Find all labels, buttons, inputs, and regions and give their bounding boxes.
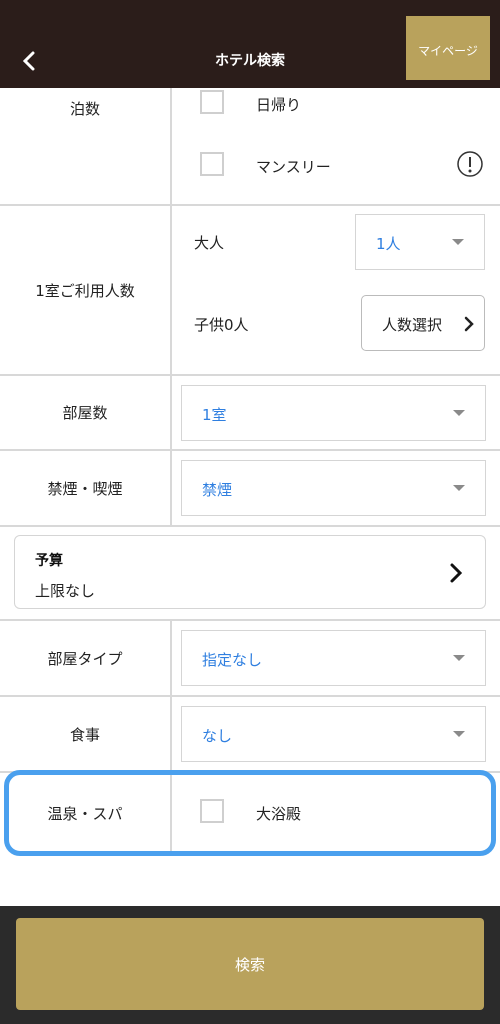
daytrip-checkbox[interactable] xyxy=(200,90,224,114)
chevron-right-icon xyxy=(464,316,474,332)
daytrip-label: 日帰り xyxy=(256,96,302,114)
onsen-checkbox[interactable] xyxy=(200,799,224,823)
rooms-label: 部屋数 xyxy=(0,376,172,449)
caret-down-icon xyxy=(453,485,465,491)
search-form: 泊数 日帰り マンスリー 1室ご利用人数 大人 1人 子供0人 人数選択 部屋数… xyxy=(0,88,500,853)
adult-label: 大人 xyxy=(194,234,225,252)
guest-count-button-label: 人数選択 xyxy=(382,316,443,334)
mypage-button[interactable]: マイページ xyxy=(406,16,490,80)
caret-down-icon xyxy=(453,410,465,416)
budget-value: 上限なし xyxy=(35,582,96,600)
meal-row: 食事 なし xyxy=(0,697,500,773)
smoking-row: 禁煙・喫煙 禁煙 xyxy=(0,451,500,527)
nights-label: 泊数 xyxy=(0,88,172,204)
rooms-select[interactable]: 1室 xyxy=(181,385,486,441)
guests-row: 1室ご利用人数 大人 1人 子供0人 人数選択 xyxy=(0,206,500,376)
onsen-label: 温泉・スパ xyxy=(0,773,172,853)
meal-select-value: なし xyxy=(202,727,233,745)
room-type-select[interactable]: 指定なし xyxy=(181,630,486,686)
monthly-checkbox[interactable] xyxy=(200,152,224,176)
smoking-select-value: 禁煙 xyxy=(202,481,233,499)
adult-select-value: 1人 xyxy=(376,235,401,253)
budget-card[interactable]: 予算 上限なし xyxy=(14,535,486,609)
meal-label: 食事 xyxy=(0,697,172,771)
caret-down-icon xyxy=(453,731,465,737)
smoking-label: 禁煙・喫煙 xyxy=(0,451,172,525)
app-header: ホテル検索 マイページ xyxy=(0,0,500,88)
nights-row: 泊数 日帰り マンスリー xyxy=(0,88,500,206)
chevron-right-icon xyxy=(450,563,463,583)
smoking-select[interactable]: 禁煙 xyxy=(181,460,486,516)
budget-title: 予算 xyxy=(35,553,63,569)
rooms-row: 部屋数 1室 xyxy=(0,376,500,451)
adult-select[interactable]: 1人 xyxy=(355,214,485,270)
caret-down-icon xyxy=(453,655,465,661)
caret-down-icon xyxy=(452,239,464,245)
guests-label: 1室ご利用人数 xyxy=(0,206,172,374)
onsen-option-label: 大浴殿 xyxy=(256,805,302,823)
monthly-label: マンスリー xyxy=(256,158,331,176)
room-type-label: 部屋タイプ xyxy=(0,621,172,695)
info-icon[interactable] xyxy=(456,150,484,182)
search-button[interactable]: 検索 xyxy=(16,918,484,1010)
rooms-select-value: 1室 xyxy=(202,406,227,424)
room-type-row: 部屋タイプ 指定なし xyxy=(0,621,500,697)
child-label: 子供0人 xyxy=(194,316,249,334)
room-type-select-value: 指定なし xyxy=(202,651,263,669)
onsen-row: 温泉・スパ 大浴殿 xyxy=(0,773,500,853)
meal-select[interactable]: なし xyxy=(181,706,486,762)
guest-count-button[interactable]: 人数選択 xyxy=(361,295,485,351)
